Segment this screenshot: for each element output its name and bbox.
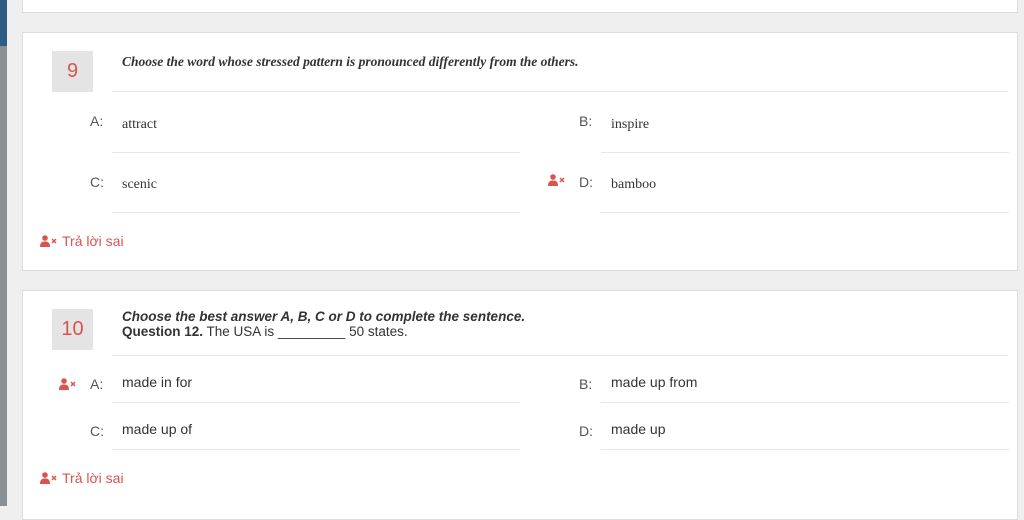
- divider: [601, 152, 1009, 153]
- question-number: 10: [52, 309, 93, 350]
- divider: [112, 449, 520, 450]
- divider: [112, 152, 520, 153]
- wrong-answer-label: Trả lời sai: [62, 470, 124, 486]
- user-x-icon: [40, 235, 57, 247]
- option-a-letter: A:: [90, 113, 104, 129]
- divider: [112, 402, 520, 403]
- option-d-text[interactable]: made up: [611, 421, 665, 437]
- previous-question-card: [22, 0, 1018, 13]
- divider: [601, 212, 1009, 213]
- divider: [112, 355, 1008, 356]
- user-x-icon: [548, 174, 565, 186]
- question-card-9: 9 Choose the word whose stressed pattern…: [22, 32, 1018, 271]
- option-c-letter: C:: [90, 174, 104, 190]
- option-c-text[interactable]: scenic: [122, 177, 157, 193]
- user-x-icon: [59, 378, 76, 390]
- option-a-letter: A:: [90, 376, 104, 392]
- option-b-text[interactable]: inspire: [611, 117, 649, 133]
- divider: [112, 212, 520, 213]
- question-card-10: 10 Choose the best answer A, B, C or D t…: [22, 290, 1018, 520]
- option-c-text[interactable]: made up of: [122, 421, 192, 437]
- question-number: 9: [52, 51, 93, 92]
- user-x-icon: [40, 472, 57, 484]
- option-c-letter: C:: [90, 423, 104, 439]
- question-prompt: Choose the word whose stressed pattern i…: [122, 54, 579, 69]
- option-d-letter: D:: [579, 423, 593, 439]
- option-b-letter: B:: [579, 113, 593, 129]
- wrong-answer-label: Trả lời sai: [62, 233, 124, 249]
- option-d-letter: D:: [579, 174, 593, 190]
- question-label: Question 12.: [122, 324, 204, 339]
- divider: [601, 449, 1009, 450]
- option-b-letter: B:: [579, 376, 593, 392]
- left-sidebar-edge: [0, 0, 7, 506]
- option-a-text[interactable]: attract: [122, 117, 157, 133]
- question-prompt: Choose the best answer A, B, C or D to c…: [122, 309, 525, 339]
- left-sidebar-accent: [0, 0, 7, 46]
- option-b-text[interactable]: made up from: [611, 374, 697, 390]
- option-a-text[interactable]: made in for: [122, 374, 192, 390]
- divider: [601, 402, 1009, 403]
- question-text: The USA is _________ 50 states.: [203, 324, 408, 339]
- option-d-text[interactable]: bamboo: [611, 177, 656, 193]
- question-instruction: Choose the best answer A, B, C or D to c…: [122, 309, 526, 324]
- divider: [112, 91, 1008, 92]
